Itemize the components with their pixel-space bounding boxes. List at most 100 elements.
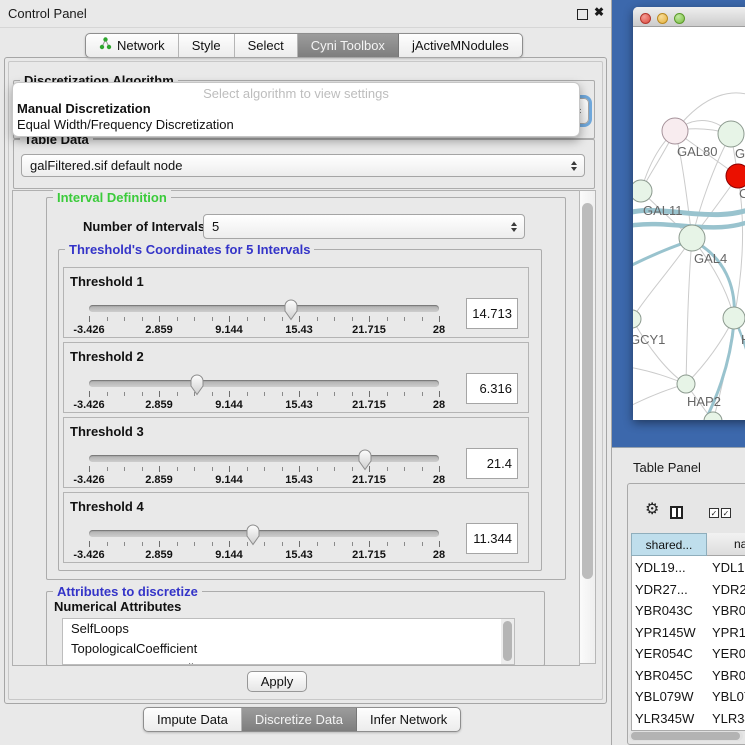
- tab-cyni-toolbox[interactable]: Cyni Toolbox: [298, 34, 399, 57]
- network-window-titlebar[interactable]: [633, 7, 745, 27]
- minimize-window-button[interactable]: [657, 13, 668, 24]
- slider-tick: [107, 317, 108, 321]
- network-node[interactable]: [723, 307, 745, 329]
- slider-tick-label: 2.859: [145, 474, 173, 486]
- slider-tick: [107, 467, 108, 471]
- network-node[interactable]: [718, 121, 744, 147]
- network-node[interactable]: [679, 225, 705, 251]
- slider-tick: [334, 467, 335, 471]
- tab-style[interactable]: Style: [179, 34, 235, 57]
- table-row[interactable]: YBR043CYBR043C: [631, 600, 745, 622]
- slider-thumb[interactable]: [357, 448, 373, 471]
- zoom-window-button[interactable]: [674, 13, 685, 24]
- slider-tick: [317, 467, 318, 471]
- number-of-intervals-select[interactable]: 5: [203, 214, 525, 239]
- slider-tick: [124, 317, 125, 321]
- column-header-name[interactable]: name: [707, 533, 745, 556]
- slider-tick: [159, 391, 160, 397]
- slider-tick: [439, 541, 440, 547]
- slider-tick: [177, 467, 178, 471]
- slider-tick-label: 15.43: [285, 474, 313, 486]
- slider-tick: [89, 466, 90, 472]
- attribute-list-item[interactable]: TopologicalCoefficient: [63, 639, 514, 659]
- slider-thumb[interactable]: [245, 523, 261, 546]
- tab-infer-network[interactable]: Infer Network: [357, 708, 460, 731]
- threshold-value-input[interactable]: 11.344: [466, 523, 518, 554]
- column-checkbox-icon[interactable]: ✓: [709, 508, 719, 518]
- table-row[interactable]: YLR345WYLR345W: [631, 708, 745, 730]
- slider-tick-label: -3.426: [73, 474, 104, 486]
- tab-network[interactable]: Network: [86, 34, 179, 57]
- slider-tick: [282, 467, 283, 471]
- tab-jactivemnodules[interactable]: jActiveMNodules: [399, 34, 522, 57]
- attribute-list-item[interactable]: BetweennessCentrality: [63, 659, 514, 665]
- popup-hint: Select algorithm to view settings: [13, 83, 579, 101]
- popup-option-equal-width-frequency[interactable]: Equal Width/Frequency Discretization: [13, 117, 579, 133]
- column-checkbox-icon[interactable]: ✓: [721, 508, 731, 518]
- cell-name: YLR345W: [712, 708, 745, 730]
- table-panel-title: Table Panel: [633, 460, 701, 475]
- thresholds-coordinates-label: Threshold's Coordinates for 5 Intervals: [65, 242, 314, 257]
- float-panel-icon[interactable]: [577, 9, 588, 20]
- network-node[interactable]: [633, 310, 641, 328]
- slider-tick: [212, 392, 213, 396]
- table-row[interactable]: YPR145WYPR145W: [631, 622, 745, 644]
- slider-tick-label: 21.715: [352, 399, 386, 411]
- slider-tick-label: 9.144: [215, 474, 243, 486]
- table-row[interactable]: YBL079WYBL079W: [631, 686, 745, 708]
- tab-impute-data[interactable]: Impute Data: [144, 708, 242, 731]
- slider-track[interactable]: [89, 380, 439, 387]
- network-node[interactable]: [726, 164, 745, 188]
- slider-tick-label: 9.144: [215, 324, 243, 336]
- threshold-value-input[interactable]: 14.713: [466, 298, 518, 329]
- slider-tick-label: 2.859: [145, 399, 173, 411]
- close-window-button[interactable]: [640, 13, 651, 24]
- network-node[interactable]: [677, 375, 695, 393]
- tab-label: Network: [117, 34, 165, 57]
- tab-select[interactable]: Select: [235, 34, 298, 57]
- slider-tick-label: 28: [433, 324, 445, 336]
- column-layout-icon[interactable]: [670, 506, 683, 519]
- network-node[interactable]: [633, 180, 652, 202]
- cell-name: YDR27: [712, 579, 745, 601]
- attribute-list-item[interactable]: SelfLoops: [63, 619, 514, 639]
- threshold-value-input[interactable]: 21.4: [466, 448, 518, 479]
- table-settings-gear-icon[interactable]: ⚙: [645, 502, 659, 518]
- slider-thumb[interactable]: [189, 373, 205, 396]
- tab-discretize-data[interactable]: Discretize Data: [242, 708, 357, 731]
- slider-track[interactable]: [89, 530, 439, 537]
- slider-tick: [229, 391, 230, 397]
- network-graph[interactable]: GAL80 GA C GAL11 GAL4 GCY1 H HAP2: [633, 27, 745, 420]
- slider-thumb[interactable]: [283, 298, 299, 321]
- slider-tick: [229, 466, 230, 472]
- table-row[interactable]: YBR045CYBR045C: [631, 665, 745, 687]
- slider-track[interactable]: [89, 305, 439, 312]
- threshold-label: Threshold 3: [70, 424, 144, 439]
- threshold-value-input[interactable]: 6.316: [466, 373, 518, 404]
- slider-tick: [352, 542, 353, 546]
- slider-tick: [352, 392, 353, 396]
- column-header-shared-name[interactable]: shared...: [631, 533, 707, 556]
- network-node[interactable]: [662, 118, 688, 144]
- close-panel-icon[interactable]: ✖: [594, 5, 604, 19]
- table-scrollbar-thumb[interactable]: [631, 732, 740, 740]
- settings-scrollbar-thumb[interactable]: [582, 203, 593, 579]
- slider-tick: [352, 467, 353, 471]
- slider-tick-label: 9.144: [215, 549, 243, 561]
- table-row[interactable]: YDR27...YDR27: [631, 579, 745, 601]
- slider-track[interactable]: [89, 455, 439, 462]
- slider-tick: [317, 317, 318, 321]
- table-row[interactable]: YDL19...YDL19: [631, 557, 745, 579]
- apply-button[interactable]: Apply: [247, 671, 307, 692]
- slider-tick: [422, 392, 423, 396]
- attributes-scrollbar-thumb[interactable]: [503, 621, 512, 661]
- slider-tick: [229, 316, 230, 322]
- table-row[interactable]: YER054CYER054C: [631, 643, 745, 665]
- cell-shared-name: YPR145W: [635, 622, 696, 644]
- threshold-row: Threshold 4-3.4262.8599.14415.4321.71528…: [63, 492, 529, 563]
- numerical-attributes-list[interactable]: SelfLoopsTopologicalCoefficientBetweenne…: [62, 618, 515, 665]
- popup-option-manual-discretization[interactable]: Manual Discretization: [13, 101, 579, 117]
- table-data-select[interactable]: galFiltered.sif default node: [21, 154, 585, 177]
- network-view-window: GAL80 GA C GAL11 GAL4 GCY1 H HAP2: [633, 7, 745, 420]
- number-of-intervals-label: Number of Intervals: [83, 219, 205, 234]
